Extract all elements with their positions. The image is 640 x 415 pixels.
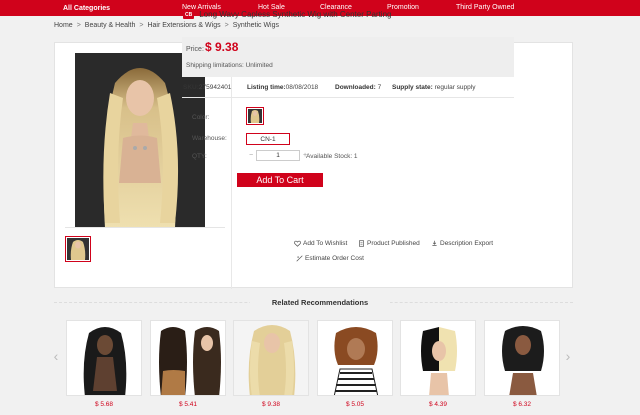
color-swatch[interactable]	[246, 107, 264, 125]
downloaded-label: Downloaded:	[335, 84, 376, 91]
related-item-1[interactable]	[66, 320, 142, 396]
listing-value: 08/08/2018	[285, 84, 319, 91]
chevron-left-icon[interactable]: ‹	[51, 346, 61, 366]
minus-icon[interactable]: −	[246, 150, 256, 161]
related-price-5: $ 4.39	[428, 401, 448, 408]
breadcrumb: Home > Beauty & Health > Hair Extensions & W…	[54, 22, 279, 29]
published-label: Product Published	[367, 240, 420, 247]
add-to-wishlist-link[interactable]: Add To Wishlist	[294, 240, 347, 247]
qty-label: QTY:	[192, 153, 207, 160]
related-price-1: $ 5.68	[94, 401, 114, 408]
related-title: Related Recommendations	[271, 298, 369, 307]
related-price-6: $ 6.32	[512, 401, 532, 408]
shipping-limitations: Shipping limitations: Unlimited	[186, 62, 273, 69]
listing-label: Listing time:	[247, 84, 286, 91]
breadcrumb-synthetic-wigs[interactable]: Synthetic Wigs	[233, 22, 279, 29]
product-title: CB Long Wavy Capless Synthetic Wig with …	[183, 10, 391, 19]
related-item-3[interactable]	[233, 320, 309, 396]
add-to-cart-button[interactable]: Add To Cart	[237, 173, 323, 187]
export-label: Description Export	[440, 240, 494, 247]
product-title-text: Long Wavy Capless Synthetic Wig with Cen…	[199, 10, 392, 19]
download-icon	[432, 240, 437, 246]
nav-promotion[interactable]: Promotion	[387, 4, 419, 11]
product-main-image	[75, 53, 205, 228]
wishlist-label: Add To Wishlist	[303, 240, 348, 247]
price-box: Price: $ 9.38 Shipping limitations: Unli…	[182, 37, 514, 77]
related-item-4[interactable]	[317, 320, 393, 396]
nav-third-party-owned[interactable]: Third Party Owned	[456, 4, 514, 11]
sku-label: SKU:	[183, 84, 199, 91]
related-item-5[interactable]	[400, 320, 476, 396]
available-stock: Available Stock: 1	[306, 153, 358, 160]
quantity-stepper: − 1 +	[246, 150, 310, 161]
document-icon	[359, 240, 364, 247]
calculator-icon	[296, 255, 303, 262]
related-item-2[interactable]	[150, 320, 226, 396]
breadcrumb-hair-extensions[interactable]: Hair Extensions & Wigs	[147, 22, 220, 29]
all-categories-menu[interactable]: All Categories	[0, 0, 110, 16]
qty-input[interactable]: 1	[256, 150, 300, 161]
cb-badge: CB	[183, 10, 195, 19]
heart-icon	[294, 240, 301, 247]
thumb-divider	[65, 227, 225, 228]
all-categories-label: All Categories	[63, 4, 111, 12]
related-price-3: $ 9.38	[261, 401, 281, 408]
product-thumbnail[interactable]	[65, 236, 91, 262]
price-value: $ 9.38	[205, 40, 239, 54]
product-published-link[interactable]: Product Published	[358, 240, 420, 247]
related-price-4: $ 5.05	[345, 401, 365, 408]
downloaded-value: 7	[377, 84, 382, 91]
description-export-link[interactable]: Description Export	[431, 240, 493, 247]
chevron-right-icon[interactable]: ›	[563, 346, 573, 366]
related-price-2: $ 5.41	[178, 401, 198, 408]
sku-value: 275942401	[198, 84, 232, 91]
panel-divider	[231, 43, 232, 289]
supply-value: regular supply	[434, 84, 476, 91]
product-panel	[54, 42, 573, 289]
estimate-label: Estimate Order Cost	[305, 255, 364, 262]
price-label: Price:	[186, 46, 204, 53]
meta-divider	[182, 97, 514, 98]
breadcrumb-beauty-health[interactable]: Beauty & Health	[85, 22, 136, 29]
warehouse-option[interactable]: CN-1	[246, 133, 290, 145]
breadcrumb-home[interactable]: Home	[54, 22, 73, 29]
related-item-6[interactable]	[484, 320, 560, 396]
supply-label: Supply state:	[392, 84, 433, 91]
color-label: Color:	[192, 114, 210, 121]
estimate-order-cost-link[interactable]: Estimate Order Cost	[296, 255, 364, 262]
warehouse-label: Warehouse:	[192, 135, 227, 142]
